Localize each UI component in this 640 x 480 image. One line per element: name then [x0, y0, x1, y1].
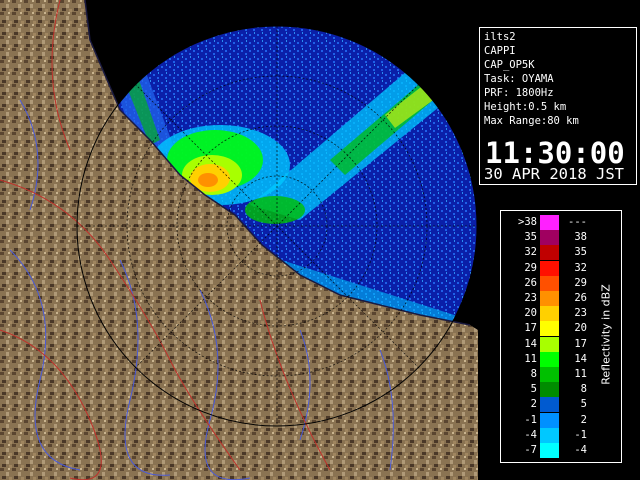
legend-lower-bound: 35	[524, 231, 537, 244]
legend-row: 35 38	[501, 230, 621, 246]
legend-upper-bound: 11	[574, 368, 587, 380]
legend-upper-bound: ---	[568, 216, 587, 228]
legend-upper-bound: 2	[580, 413, 587, 426]
legend-upper-bound: 32	[574, 261, 587, 274]
legend-upper-bound: 38	[574, 231, 587, 244]
legend-title: Reflectivity in dBZ	[599, 284, 613, 385]
legend-color-swatch	[540, 443, 559, 458]
legend-row: >38 ---	[501, 215, 621, 230]
legend-color-swatch	[540, 215, 559, 230]
legend-color-swatch	[540, 230, 559, 246]
product-name: CAP_OP5K	[484, 59, 535, 71]
radar-map[interactable]	[0, 0, 478, 480]
legend-color-swatch	[540, 382, 559, 398]
legend-lower-bound: -1	[524, 413, 537, 426]
legend-row: 32 35	[501, 245, 621, 261]
product-type: CAPPI	[484, 45, 516, 57]
legend-row: -7 -4	[501, 443, 621, 458]
legend-upper-bound: 20	[574, 322, 587, 335]
legend-upper-bound: 17	[574, 337, 587, 350]
site-name: ilts2	[484, 31, 516, 43]
legend-upper-bound: 5	[580, 398, 587, 411]
legend-upper-bound: 29	[574, 276, 587, 289]
legend-upper-bound: 26	[574, 292, 587, 304]
observation-date: 30 APR 2018 JST	[484, 165, 624, 183]
legend-color-swatch	[540, 275, 559, 291]
observation-time: 11:30:00	[485, 136, 625, 170]
prf-label: PRF: 1800Hz	[484, 87, 554, 99]
radar-info-panel: ilts2 CAPPI CAP_OP5K Task: OYAMA PRF: 18…	[479, 27, 637, 185]
legend-color-swatch	[540, 306, 559, 322]
legend-color-swatch	[540, 245, 559, 261]
legend-lower-bound: 8	[530, 368, 537, 380]
legend-row: -1 2	[501, 412, 621, 428]
legend-lower-bound: 11	[524, 352, 537, 365]
legend-lower-bound: 17	[524, 322, 537, 335]
legend-color-swatch	[540, 412, 559, 428]
radar-map-svg	[0, 0, 478, 480]
legend-lower-bound: 2	[530, 398, 537, 411]
task-label: Task: OYAMA	[484, 73, 554, 85]
reflectivity-legend: >38 --- 35 38 32 35 29 32 26 29 23 26 20 23 17 20 14 17 11…	[500, 210, 622, 463]
legend-upper-bound: -4	[574, 444, 587, 456]
legend-lower-bound: 26	[524, 276, 537, 289]
legend-color-swatch	[540, 291, 559, 306]
legend-color-swatch	[540, 397, 559, 413]
legend-color-swatch	[540, 321, 559, 337]
legend-color-swatch	[540, 336, 559, 352]
legend-color-swatch	[540, 427, 559, 443]
legend-upper-bound: -1	[574, 428, 587, 441]
legend-upper-bound: 35	[574, 246, 587, 259]
legend-lower-bound: -4	[524, 428, 537, 441]
legend-lower-bound: 29	[524, 261, 537, 274]
legend-lower-bound: >38	[518, 216, 537, 228]
legend-lower-bound: 32	[524, 246, 537, 259]
legend-lower-bound: 14	[524, 337, 537, 350]
legend-lower-bound: 5	[530, 383, 537, 396]
legend-upper-bound: 8	[580, 383, 587, 396]
legend-color-swatch	[540, 260, 559, 276]
legend-lower-bound: 20	[524, 307, 537, 320]
height-label: Height:0.5 km	[484, 101, 567, 113]
legend-upper-bound: 14	[574, 352, 587, 365]
legend-color-swatch	[540, 351, 559, 367]
legend-row: -4 -1	[501, 427, 621, 443]
legend-color-swatch	[540, 367, 559, 382]
max-range-label: Max Range:80 km	[484, 115, 579, 127]
legend-lower-bound: 23	[524, 292, 537, 304]
legend-lower-bound: -7	[524, 444, 537, 456]
legend-upper-bound: 23	[574, 307, 587, 320]
